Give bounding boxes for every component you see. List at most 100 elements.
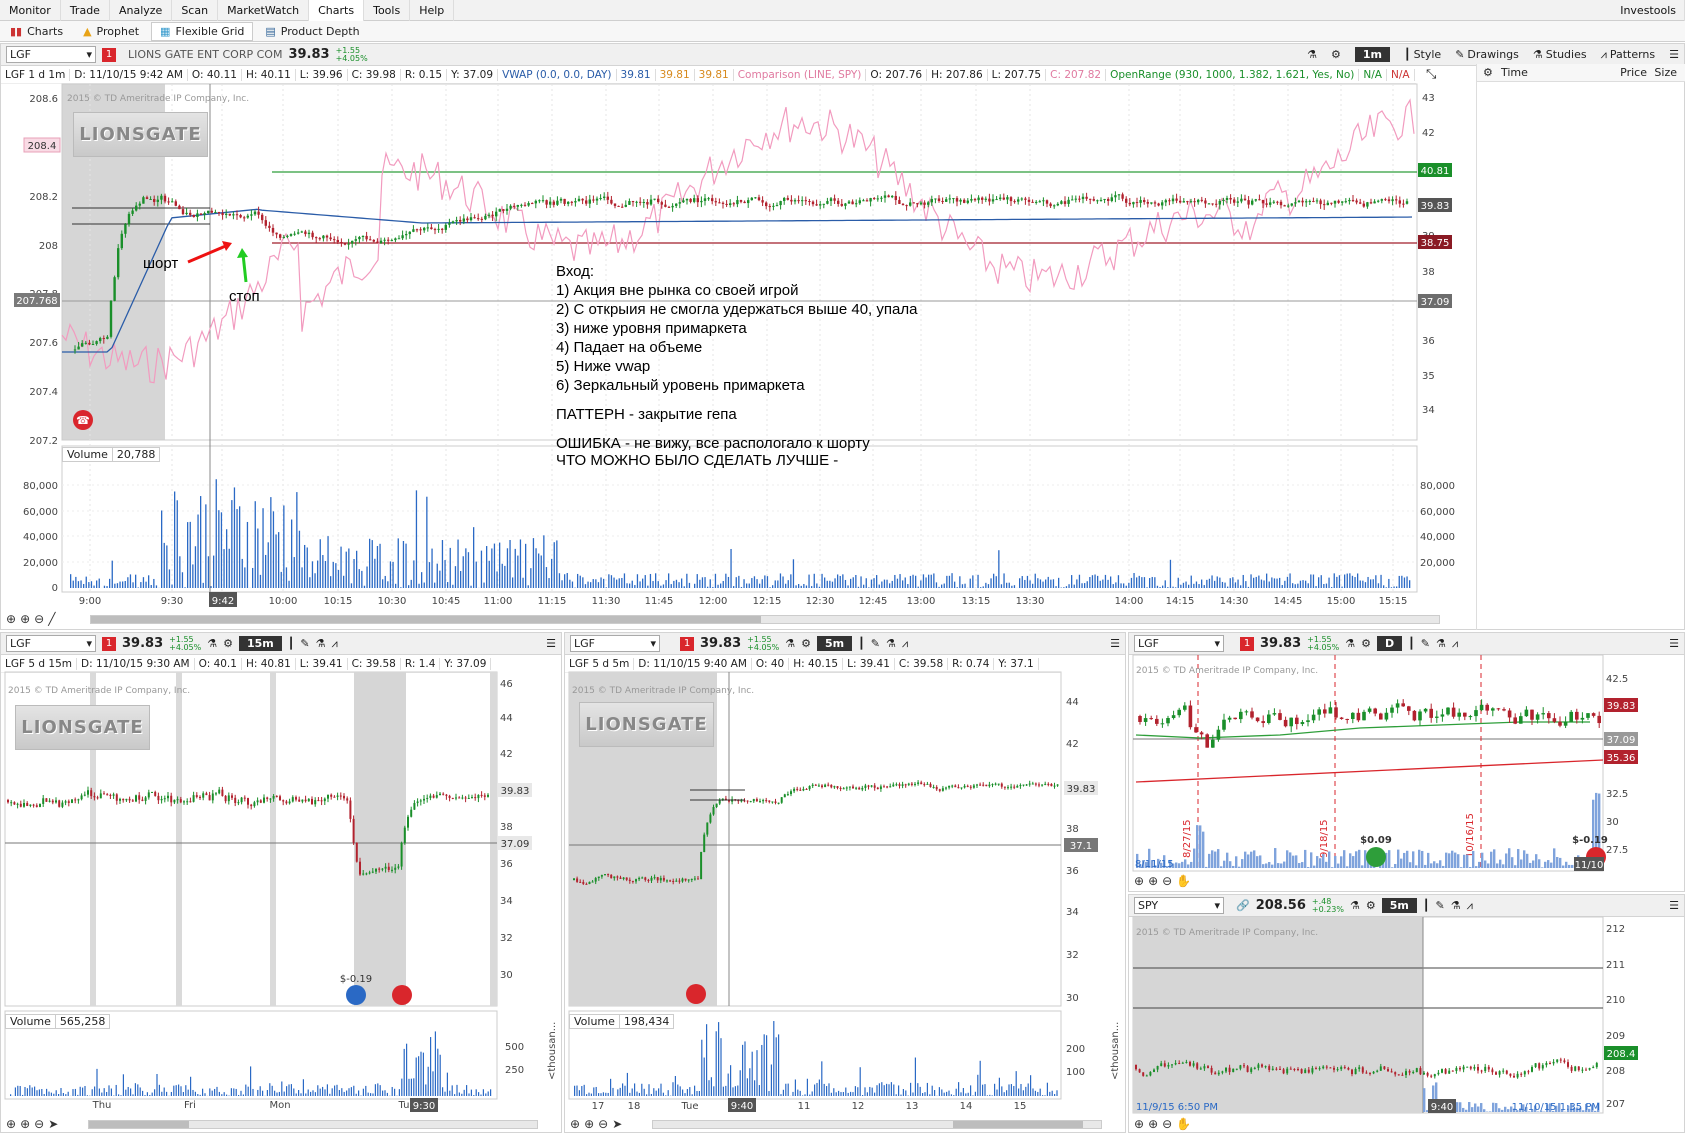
candle-icon[interactable]: ┃ [858,638,865,649]
candle [261,214,264,221]
volume-bar [935,582,938,588]
left-axis-label: 208.6 [29,94,58,105]
chart2-alert-badge[interactable]: 1 [102,636,116,651]
hand-icon[interactable]: ✋ [1176,874,1191,888]
pattern-icon[interactable]: ⩘ [1467,900,1473,911]
volume-bar [447,582,449,588]
candle [1143,200,1146,203]
chart2-scrollbar[interactable] [88,1120,538,1129]
zoom-in-icon[interactable]: ⊕ [1148,874,1158,888]
volume-bar [363,585,366,588]
pencil-icon[interactable]: ✎ [1421,638,1430,649]
volume-bar [379,543,381,588]
volume-bar [519,539,522,588]
zoom-in-icon[interactable]: ⊕ [584,1117,594,1131]
gear-icon[interactable]: ⚙ [1366,900,1376,911]
zoom-out-icon[interactable]: ⊖ [34,612,44,626]
volume-bar [826,580,828,588]
candle [804,200,807,202]
chart3-symbol-selector[interactable]: LGF ▾ [570,635,660,652]
chart5-aggregation[interactable]: 5m [1381,898,1417,913]
chart3-scrollbar[interactable] [652,1120,1102,1129]
flask-icon[interactable]: ⚗ [207,638,217,649]
candle [199,213,203,215]
candle [1006,197,1009,200]
flask-icon[interactable]: ⚗ [1345,638,1355,649]
flask-icon[interactable]: ⚗ [1350,900,1360,911]
chart3-logo: LIONSGATE [579,702,714,747]
pointer-icon[interactable]: ➤ [48,1117,58,1131]
candle [145,197,149,200]
volume-bar [1068,584,1070,588]
pencil-icon[interactable]: ✎ [871,638,880,649]
candle-icon[interactable]: ┃ [1423,900,1430,911]
chart2-symbol-selector[interactable]: LGF ▾ [6,635,96,652]
link-icon[interactable]: 🔗 [1236,900,1250,911]
menu-icon[interactable]: ☰ [546,638,556,649]
pattern-icon[interactable]: ⩘ [332,638,338,649]
gear-icon[interactable]: ⚙ [223,638,233,649]
zoom-in-icon[interactable]: ⊕ [20,1117,30,1131]
volume-bar [348,548,350,588]
pan-icon[interactable]: ⊕ [1134,874,1144,888]
chart4-symbol-selector[interactable]: LGF ▾ [1134,635,1224,652]
pencil-icon[interactable]: ✎ [1436,900,1445,911]
menu-icon[interactable]: ☰ [1669,638,1679,649]
volume-bar [1201,579,1203,588]
menu-icon[interactable]: ☰ [1110,638,1120,649]
gear-icon[interactable]: ⚙ [1477,66,1497,79]
volume-bar [75,576,77,588]
pan-icon[interactable]: ⊕ [1134,1117,1144,1131]
flask-icon[interactable]: ⚗ [785,638,795,649]
volume-bar [85,576,87,588]
pointer-icon[interactable]: ➤ [612,1117,622,1131]
flask-icon[interactable]: ⚗ [1451,900,1461,911]
zoom-out-icon[interactable]: ⊖ [1162,874,1172,888]
chart5-symbol-selector[interactable]: SPY ▾ [1134,897,1224,914]
main-scrollbar[interactable] [90,615,1440,624]
zoom-out-icon[interactable]: ⊖ [598,1117,608,1131]
volume-bar [613,577,615,588]
candle-icon[interactable]: ┃ [288,638,295,649]
chart3-alert-badge[interactable]: 1 [680,636,694,651]
volume-bar [1214,580,1216,588]
volume-bar [1221,581,1224,588]
candle [264,220,267,226]
pencil-icon[interactable]: ✎ [300,638,309,649]
chart2-aggregation[interactable]: 15m [239,636,282,651]
candle-icon[interactable]: ┃ [1408,638,1415,649]
menu-icon[interactable]: ☰ [1669,900,1679,911]
candle [1139,200,1142,203]
pattern-icon[interactable]: ⩘ [1452,638,1458,649]
pan-icon[interactable]: ⊕ [570,1117,580,1131]
chart4-aggregation[interactable]: D [1377,636,1403,651]
volume-bar [1089,576,1091,588]
zoom-in-icon[interactable]: ⊕ [20,612,30,626]
candle [1348,199,1351,202]
gear-icon[interactable]: ⚙ [1361,638,1371,649]
zoom-out-icon[interactable]: ⊖ [34,1117,44,1131]
candle [124,224,127,234]
candle [253,211,257,215]
candle [1053,205,1056,207]
chart3-aggregation[interactable]: 5m [817,636,853,651]
pattern-icon[interactable]: ⩘ [902,638,908,649]
chart4-alert-badge[interactable]: 1 [1240,636,1254,651]
pan-icon[interactable]: ⊕ [6,612,16,626]
flask-icon[interactable]: ⚗ [316,638,326,649]
volume-bar [444,560,446,588]
volume-bar [527,585,529,588]
candle [1359,202,1362,204]
chart2-volume-header: Volume 565,258 [5,1014,111,1029]
gear-icon[interactable]: ⚙ [801,638,811,649]
flask-icon[interactable]: ⚗ [886,638,896,649]
flask-icon[interactable]: ⚗ [1436,638,1446,649]
hand-icon[interactable]: ✋ [1176,1117,1191,1131]
volume-bar [1401,575,1403,588]
zoom-out-icon[interactable]: ⊖ [1162,1117,1172,1131]
right-axis-label: 38.75 [1421,238,1450,249]
pan-icon[interactable]: ⊕ [6,1117,16,1131]
volume-bar [486,546,488,588]
zoom-in-icon[interactable]: ⊕ [1148,1117,1158,1131]
draw-line-icon[interactable]: ╱ [48,612,55,626]
